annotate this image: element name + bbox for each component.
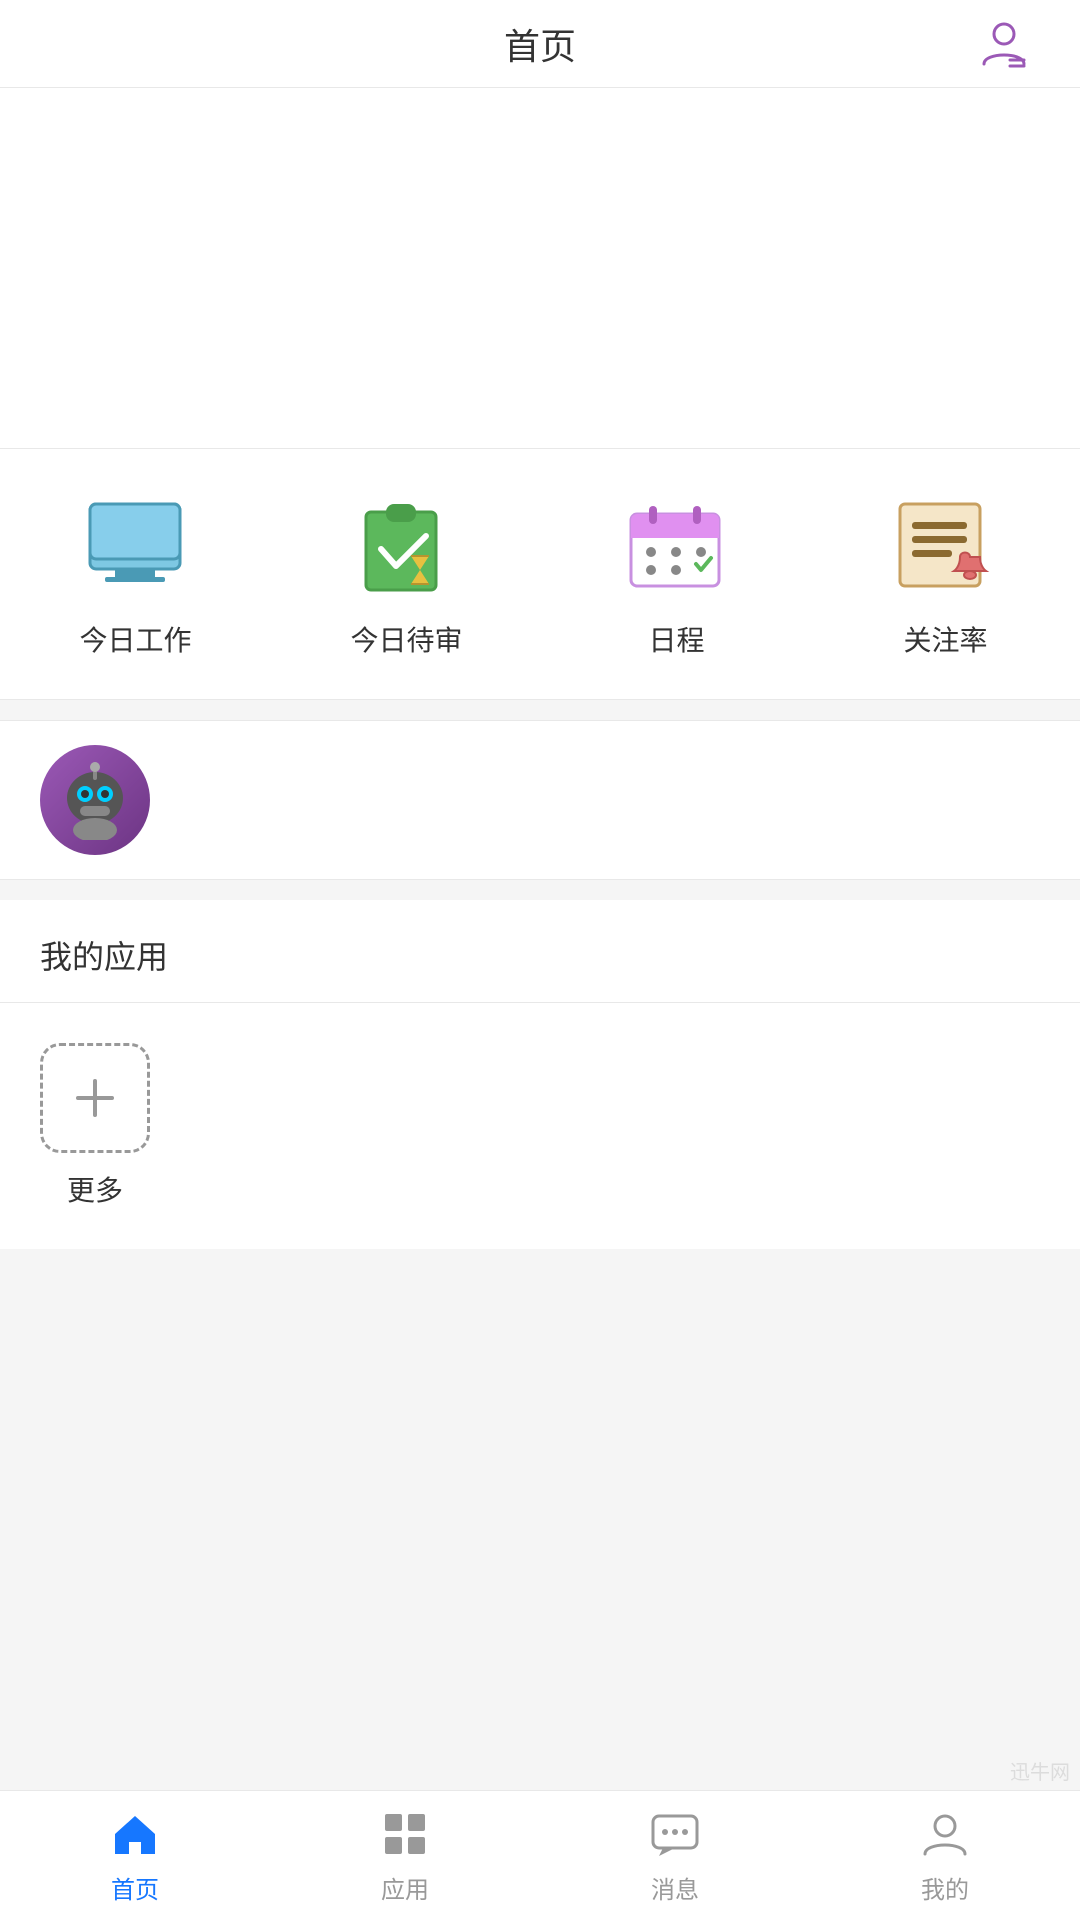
nav-apps-label: 应用 (381, 1870, 429, 1905)
quick-actions-section: 今日工作 今 (0, 448, 1080, 700)
quick-action-today-pending[interactable]: 今日待审 (350, 489, 462, 659)
today-pending-label: 今日待审 (350, 619, 462, 659)
schedule-icon (621, 489, 731, 599)
today-work-label: 今日工作 (79, 619, 191, 659)
attention-rate-icon (890, 489, 1000, 599)
quick-action-attention-rate[interactable]: 关注率 (890, 489, 1000, 659)
nav-messages-label: 消息 (651, 1870, 699, 1905)
quick-action-today-work[interactable]: 今日工作 (79, 489, 191, 659)
page-title: 首页 (504, 18, 576, 70)
robot-section[interactable] (0, 720, 1080, 880)
attention-rate-label: 关注率 (903, 619, 987, 659)
nav-profile[interactable]: 我的 (810, 1806, 1080, 1905)
more-icon (40, 1043, 150, 1153)
my-apps-section: 我的应用 更多 (0, 900, 1080, 1249)
banner-area (0, 88, 1080, 448)
nav-home[interactable]: 首页 (0, 1806, 270, 1905)
today-pending-icon (351, 489, 461, 599)
quick-action-schedule[interactable]: 日程 (621, 489, 731, 659)
watermark: 迅牛网 (1010, 1756, 1070, 1785)
more-apps-button[interactable]: 更多 (40, 1043, 150, 1209)
my-apps-header: 我的应用 (0, 900, 1080, 1003)
schedule-label: 日程 (648, 619, 704, 659)
nav-apps[interactable]: 应用 (270, 1806, 540, 1905)
nav-profile-label: 我的 (921, 1870, 969, 1905)
user-profile-icon[interactable] (976, 16, 1032, 72)
my-apps-content: 更多 (0, 1003, 1080, 1249)
home-icon (107, 1806, 163, 1862)
my-apps-title: 我的应用 (40, 939, 168, 975)
apps-icon (377, 1806, 433, 1862)
quick-actions-grid: 今日工作 今 (0, 489, 1080, 659)
today-work-icon (80, 489, 190, 599)
more-label: 更多 (67, 1169, 123, 1209)
bottom-nav: 首页 应用 消息 (0, 1790, 1080, 1920)
messages-icon (647, 1806, 703, 1862)
robot-avatar (40, 745, 150, 855)
header: 首页 (0, 0, 1080, 88)
nav-home-label: 首页 (111, 1870, 159, 1905)
profile-icon (917, 1806, 973, 1862)
nav-messages[interactable]: 消息 (540, 1806, 810, 1905)
